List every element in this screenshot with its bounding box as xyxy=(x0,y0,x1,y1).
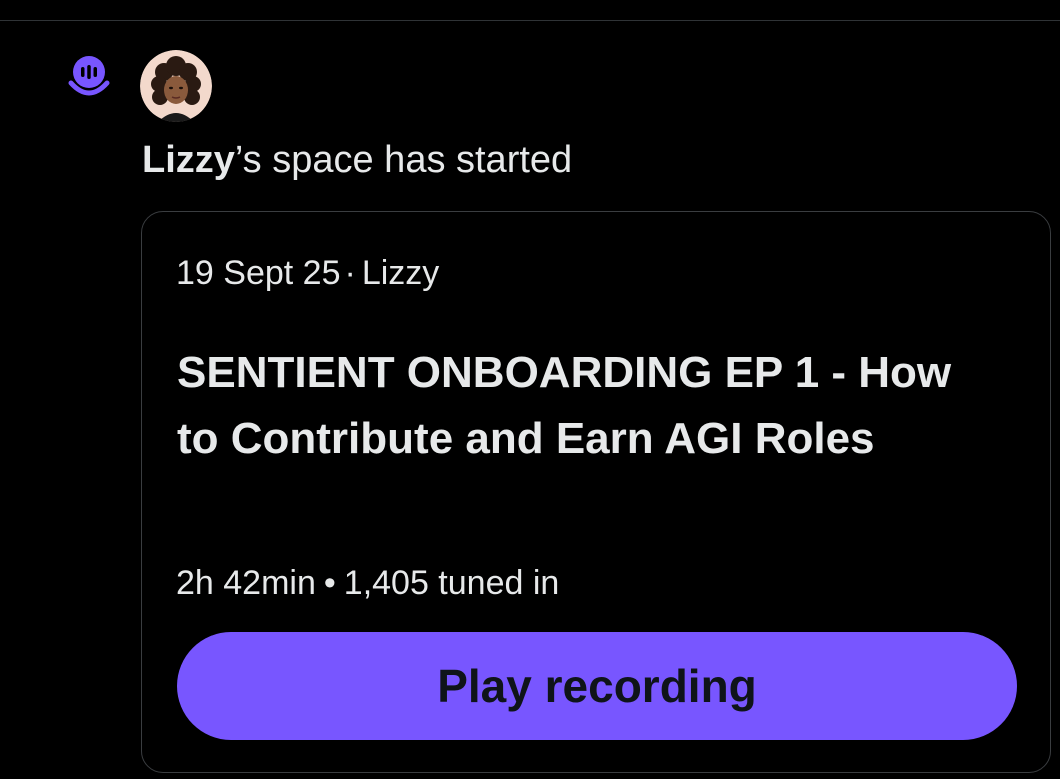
space-stats: 2h 42min • 1,405 tuned in xyxy=(176,562,559,604)
avatar-image xyxy=(140,50,212,122)
notification-headline: Lizzy’s space has started xyxy=(142,136,572,184)
host-name[interactable]: Lizzy xyxy=(142,139,235,181)
space-duration: 2h 42min xyxy=(176,564,316,602)
stats-bullet: • xyxy=(323,564,336,602)
space-notification: Lizzy’s space has started 19 Sept 25 · Liz… xyxy=(0,0,1060,779)
space-date: 19 Sept 25 xyxy=(176,254,341,292)
space-meta: 19 Sept 25 · Lizzy xyxy=(176,252,439,294)
spaces-icon xyxy=(68,56,110,96)
space-title: SENTIENT ONBOARDING EP 1 - How to Contri… xyxy=(177,348,952,463)
meta-separator: · xyxy=(344,254,356,292)
play-recording-button[interactable]: Play recording xyxy=(177,632,1017,740)
avatar[interactable] xyxy=(140,50,212,122)
headline-text: ’s space has started xyxy=(234,139,573,181)
listener-count: 1,405 tuned in xyxy=(343,564,560,602)
divider xyxy=(0,20,1060,21)
space-card[interactable]: 19 Sept 25 · Lizzy SENTIENT ONBOARDING EP … xyxy=(141,211,1051,773)
space-host: Lizzy xyxy=(361,254,440,292)
